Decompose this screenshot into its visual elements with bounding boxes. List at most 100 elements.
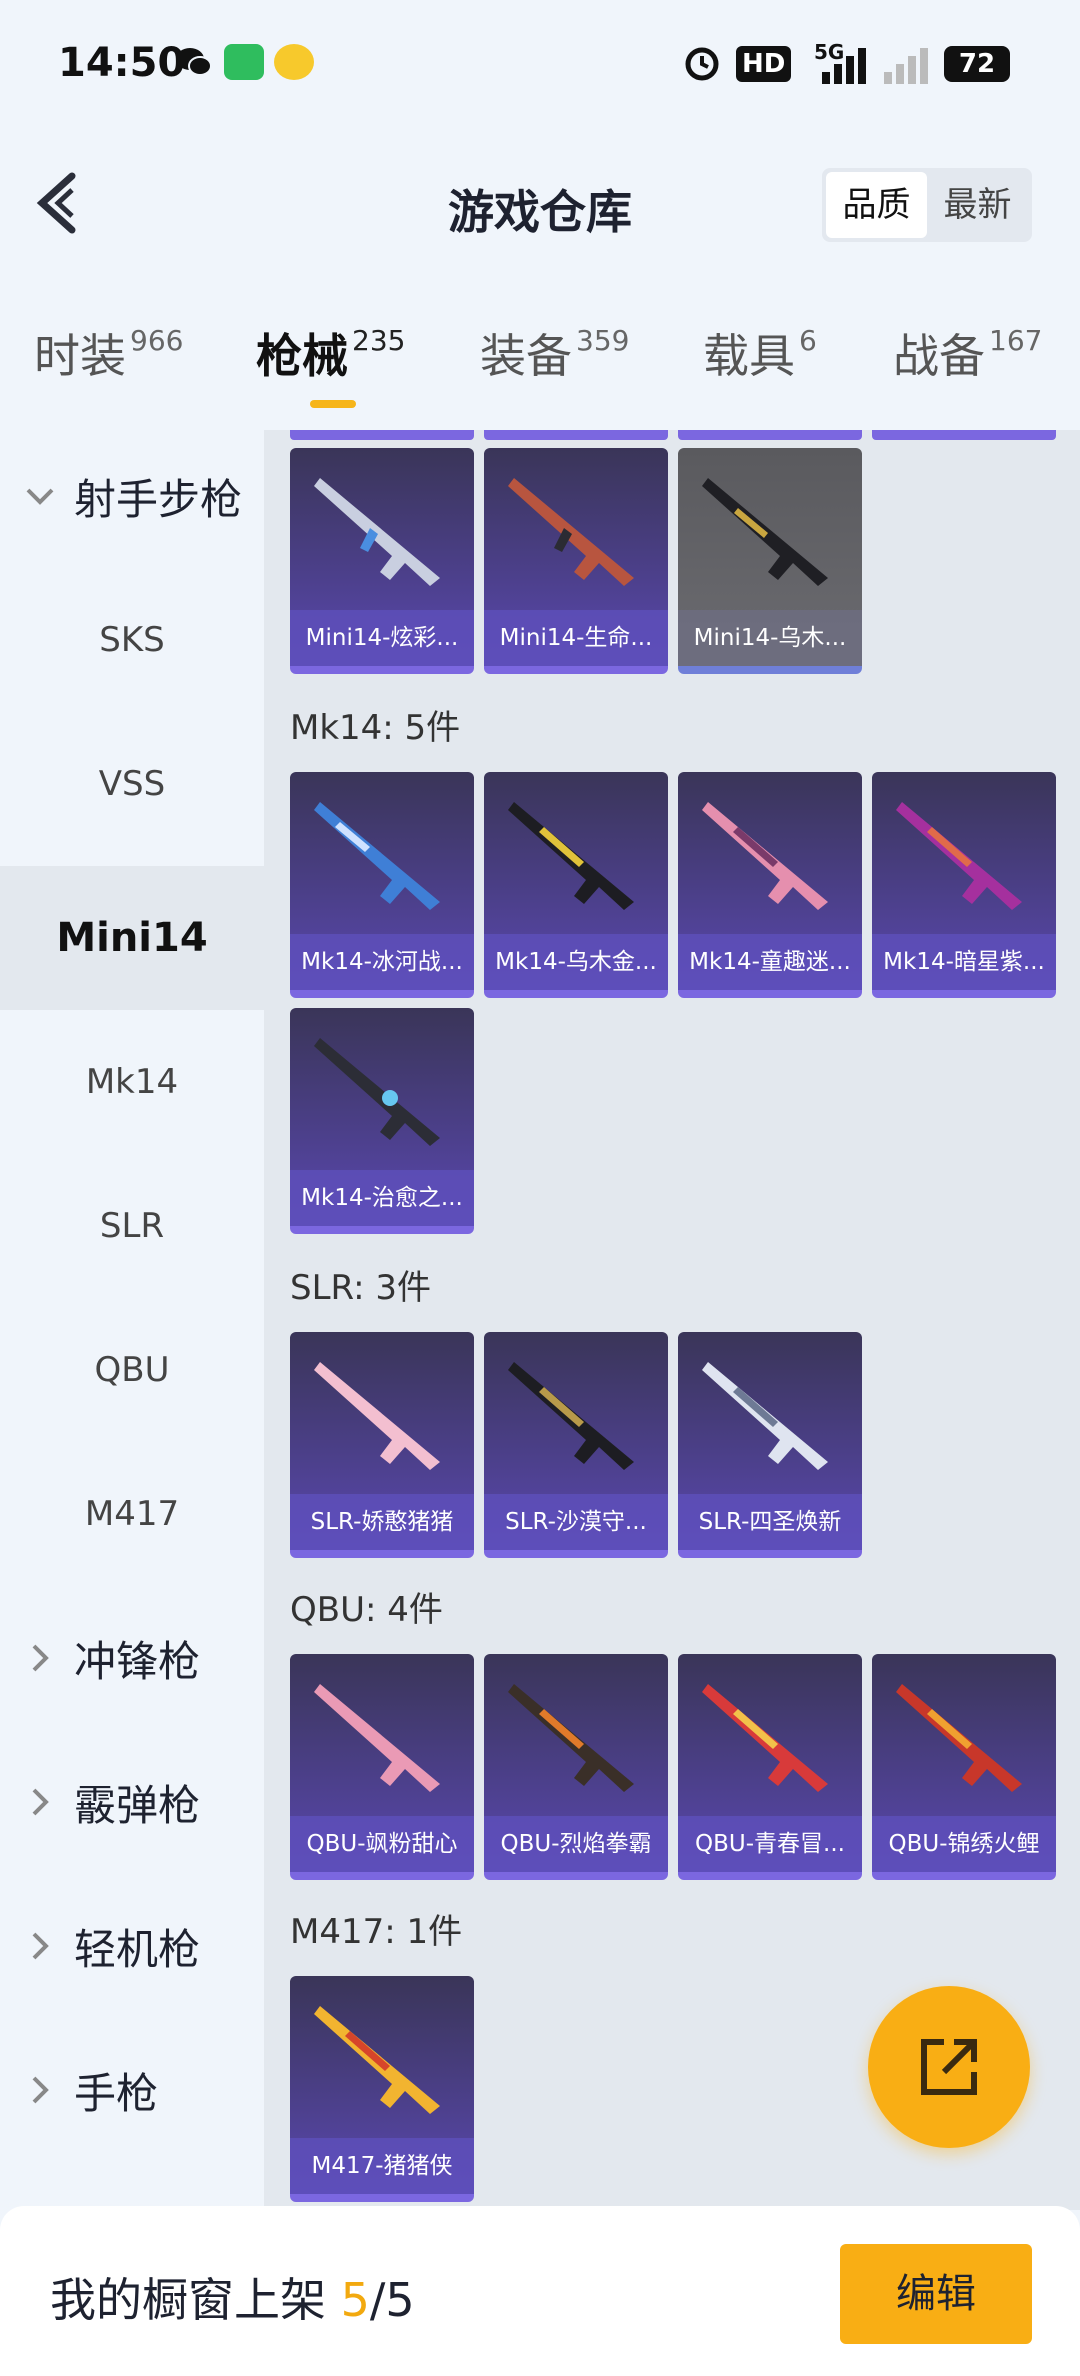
tab-label: 战备	[893, 329, 985, 383]
rifle-icon	[314, 802, 440, 910]
weapon-name: Mk14-治愈之...	[290, 1170, 474, 1226]
tab-vehicles[interactable]: 载具 6	[703, 320, 817, 386]
alarm-icon	[685, 47, 719, 81]
weapon-name: QBU-青春冒...	[678, 1816, 862, 1872]
weapon-card[interactable]: QBU-烈焰拳霸	[484, 1654, 668, 1880]
sort-newest[interactable]: 最新	[927, 172, 1028, 238]
weapon-name: QBU-烈焰拳霸	[484, 1816, 668, 1872]
weapon-card[interactable]: Mini14-乌木...	[678, 448, 862, 674]
sidebar-item-sks[interactable]: SKS	[0, 568, 264, 712]
weapon-card[interactable]: QBU-飒粉甜心	[290, 1654, 474, 1880]
weapon-card[interactable]: M417-猪猪侠	[290, 1976, 474, 2202]
showcase-label: 我的橱窗上架	[50, 2273, 326, 2327]
rifle-icon	[314, 1684, 440, 1792]
weapon-card[interactable]: SLR-四圣焕新	[678, 1332, 862, 1558]
showcase-total: 5	[385, 2273, 415, 2327]
weapon-card[interactable]: Mini14-生命...	[484, 448, 668, 674]
chevron-right-icon	[32, 1932, 49, 1960]
rifle-icon	[702, 1684, 828, 1792]
share-button[interactable]	[868, 1986, 1030, 2148]
status-time: 14:50	[58, 40, 186, 86]
edit-button[interactable]: 编辑	[840, 2244, 1032, 2344]
sidebar-group-label: 手枪	[74, 2068, 159, 2118]
tab-guns[interactable]: 枪械 235	[256, 320, 405, 386]
weapon-card[interactable]: Mk14-乌木金...	[484, 772, 668, 998]
tab-count: 359	[576, 324, 630, 357]
chevron-right-icon	[32, 2076, 49, 2104]
rifle-icon	[508, 478, 634, 586]
partial-card	[290, 430, 474, 440]
sidebar-group-label: 冲锋枪	[74, 1636, 201, 1686]
wechat-icon	[176, 48, 212, 76]
weapon-name: Mk14-乌木金...	[484, 934, 668, 990]
weapon-card[interactable]: SLR-沙漠守...	[484, 1332, 668, 1558]
tab-war-prep[interactable]: 战备 167	[893, 320, 1042, 386]
sidebar-item-qbu[interactable]: QBU	[0, 1298, 264, 1442]
weapon-card[interactable]: Mk14-暗星紫...	[872, 772, 1056, 998]
sidebar-item-mk14[interactable]: Mk14	[0, 1010, 264, 1154]
rifle-icon	[314, 478, 440, 586]
category-tabs: 时装 966 枪械 235 装备 359 载具 6 战备 167	[0, 320, 1080, 410]
weapon-name: Mk14-冰河战...	[290, 934, 474, 990]
showcase-current: 5	[340, 2273, 370, 2327]
weapon-name: SLR-四圣焕新	[678, 1494, 862, 1550]
tab-label: 载具	[703, 329, 795, 383]
weapon-card[interactable]: Mini14-炫彩...	[290, 448, 474, 674]
weapon-name: Mini14-炫彩...	[290, 610, 474, 666]
rifle-icon	[702, 802, 828, 910]
tab-indicator	[310, 400, 356, 408]
tab-equipment[interactable]: 装备 359	[480, 320, 629, 386]
weapon-name: M417-猪猪侠	[290, 2138, 474, 2194]
weapon-grid[interactable]: Mini14-炫彩... Mini14-生命... Mini14-乌木... M…	[264, 430, 1080, 2210]
sidebar-group-marksman[interactable]: 射手步枪	[0, 424, 264, 568]
tab-count: 167	[989, 324, 1043, 357]
tab-count: 6	[799, 324, 817, 357]
battery-indicator: 72	[944, 46, 1010, 82]
weapon-card[interactable]: Mk14-治愈之...	[290, 1008, 474, 1234]
chevron-right-icon	[32, 1788, 49, 1816]
sidebar-group-smg[interactable]: 冲锋枪	[0, 1586, 264, 1730]
sidebar-item-slr[interactable]: SLR	[0, 1154, 264, 1298]
sidebar-group-shotgun[interactable]: 霰弹枪	[0, 1730, 264, 1874]
weapon-name: Mk14-童趣迷...	[678, 934, 862, 990]
weapon-name: QBU-飒粉甜心	[290, 1816, 474, 1872]
weapon-card[interactable]: Mk14-冰河战...	[290, 772, 474, 998]
rifle-icon	[314, 1362, 440, 1470]
sidebar-group-label: 轻机枪	[74, 1924, 201, 1974]
rifle-icon	[508, 1684, 634, 1792]
chevron-down-icon	[26, 488, 54, 505]
hd-icon: HD	[736, 46, 792, 82]
tab-label: 时装	[34, 329, 126, 383]
sidebar-group-lmg[interactable]: 轻机枪	[0, 1874, 264, 2018]
status-bar: 14:50 HD 5G 72	[0, 0, 1080, 130]
weapon-name: Mk14-暗星紫...	[872, 934, 1056, 990]
weapon-card[interactable]: QBU-锦绣火鲤	[872, 1654, 1056, 1880]
weapon-name: Mini14-乌木...	[678, 610, 862, 666]
sidebar-item-m417[interactable]: M417	[0, 1442, 264, 1586]
showcase-sep: /	[369, 2273, 386, 2327]
sort-quality[interactable]: 品质	[826, 172, 927, 238]
weapon-name: SLR-娇憨猪猪	[290, 1494, 474, 1550]
sidebar: 射手步枪 SKS VSS Mini14 Mk14 SLR QBU M417 冲锋…	[0, 430, 264, 2205]
weapon-card[interactable]: Mk14-童趣迷...	[678, 772, 862, 998]
weapon-name: Mini14-生命...	[484, 610, 668, 666]
partial-card	[872, 430, 1056, 440]
weapon-card[interactable]: SLR-娇憨猪猪	[290, 1332, 474, 1558]
section-title-slr: SLR: 3件	[290, 1268, 431, 1308]
sidebar-item-vss[interactable]: VSS	[0, 712, 264, 856]
partial-card	[484, 430, 668, 440]
message-app-icon	[224, 44, 264, 80]
sort-toggle[interactable]: 品质 最新	[822, 168, 1032, 242]
sidebar-group-pistol[interactable]: 手枪	[0, 2018, 264, 2162]
sidebar-item-mini14[interactable]: Mini14	[0, 866, 264, 1010]
tab-fashion[interactable]: 时装 966	[34, 320, 183, 386]
tab-count: 235	[352, 324, 406, 357]
tab-count: 966	[130, 324, 184, 357]
rifle-icon	[896, 1684, 1022, 1792]
showcase-status: 我的橱窗上架 5/5	[50, 2264, 415, 2330]
signal-icon	[822, 48, 866, 84]
rifle-icon	[702, 478, 828, 586]
rifle-icon	[314, 1038, 440, 1146]
weapon-card[interactable]: QBU-青春冒...	[678, 1654, 862, 1880]
header: 游戏仓库 品质 最新	[0, 150, 1080, 260]
